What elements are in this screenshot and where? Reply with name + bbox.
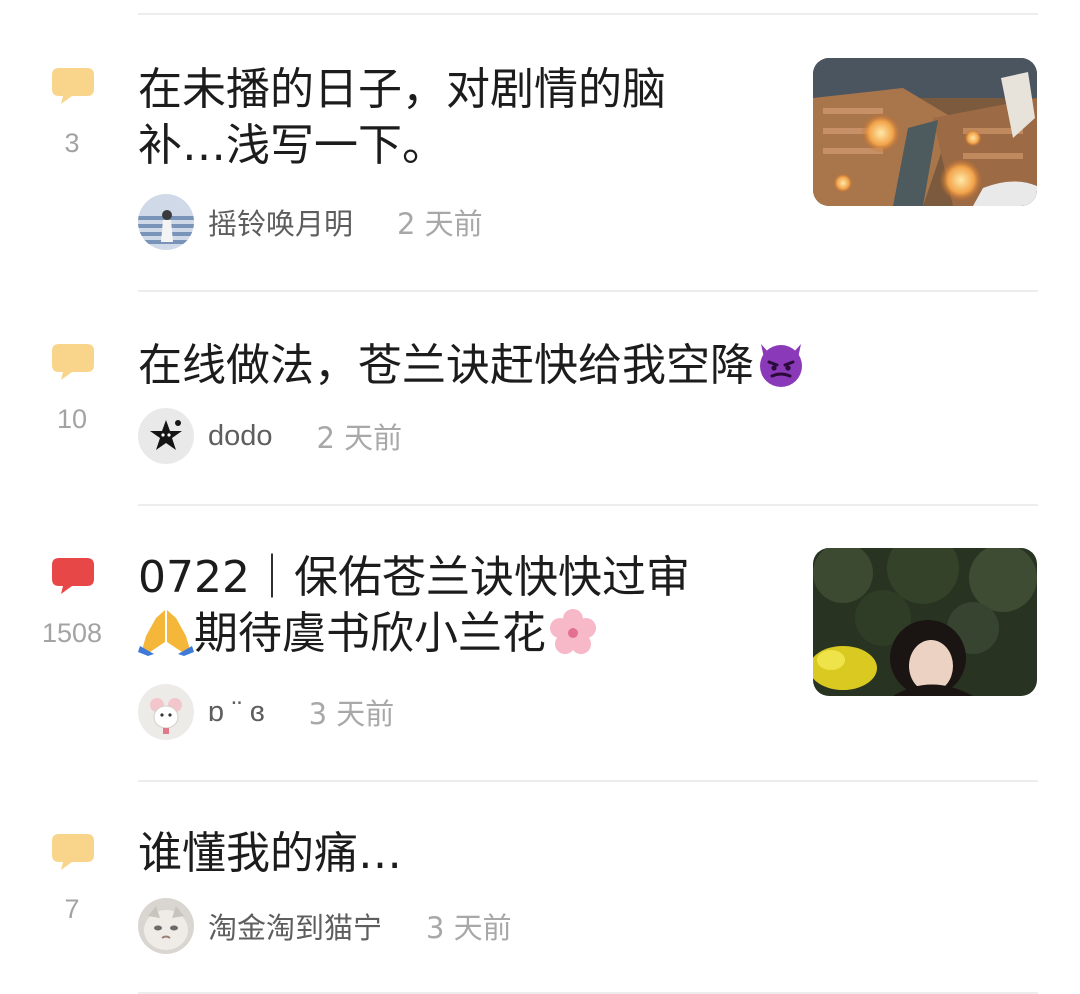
post-item[interactable]: 1508 0722｜保佑苍兰诀快快过审 期待虞书欣小兰花 ɒ ¨ ɞ 3 天前 [0, 506, 1080, 780]
user-avatar[interactable] [138, 684, 194, 740]
comment-bubble-icon [50, 342, 96, 382]
folded-hands-icon [138, 606, 194, 670]
post-time: 2 天前 [316, 421, 403, 455]
smiling-face-with-horns-icon [754, 338, 808, 402]
comment-count: 7 [64, 894, 80, 924]
post-title[interactable]: 谁懂我的痛… [138, 826, 798, 882]
post-time: 3 天前 [308, 697, 395, 731]
post-meta: ɒ ¨ ɞ 3 天前 [138, 684, 394, 740]
author-name[interactable]: ɒ ¨ ɞ [208, 696, 265, 729]
post-title[interactable]: 在线做法，苍兰诀赶快给我空降 [138, 338, 898, 402]
post-item[interactable]: 7 谁懂我的痛… 淘金淘到猫宁 3 天前 [0, 782, 1080, 992]
post-thumbnail[interactable] [813, 58, 1037, 206]
comment-bubble-icon [50, 66, 96, 106]
author-name[interactable]: dodo [208, 420, 273, 453]
author-name[interactable]: 摇铃唤月明 [208, 201, 353, 243]
comment-count: 10 [56, 404, 88, 434]
user-avatar[interactable] [138, 194, 194, 250]
cherry-blossom-icon [546, 606, 600, 670]
post-thumbnail[interactable] [813, 548, 1037, 696]
post-title-text: 在线做法，苍兰诀赶快给我空降 [138, 340, 754, 391]
post-meta: 淘金淘到猫宁 3 天前 [138, 898, 512, 954]
post-title-line1: 0722｜保佑苍兰诀快快过审 [138, 552, 690, 603]
post-time: 3 天前 [426, 911, 512, 945]
comment-count: 1508 [41, 618, 103, 648]
post-title-line2: 期待虞书欣小兰花 [194, 608, 546, 659]
post-meta: 摇铃唤月明 2 天前 [138, 194, 483, 250]
post-title[interactable]: 在未播的日子，对剧情的脑补…浅写一下。 [138, 62, 738, 174]
user-avatar[interactable] [138, 408, 194, 464]
post-item[interactable]: 3 在未播的日子，对剧情的脑补…浅写一下。 摇铃唤月明 2 天前 [0, 0, 1080, 290]
comment-bubble-icon [50, 556, 96, 596]
post-meta: dodo 2 天前 [138, 408, 402, 464]
post-time: 2 天前 [397, 207, 483, 241]
post-title[interactable]: 0722｜保佑苍兰诀快快过审 期待虞书欣小兰花 [138, 550, 778, 670]
post-item[interactable]: 10 在线做法，苍兰诀赶快给我空降 dodo 2 天前 [0, 292, 1080, 504]
user-avatar[interactable] [138, 898, 194, 954]
comment-count: 3 [64, 128, 80, 158]
comment-bubble-icon [50, 832, 96, 872]
author-name[interactable]: 淘金淘到猫宁 [208, 905, 382, 947]
